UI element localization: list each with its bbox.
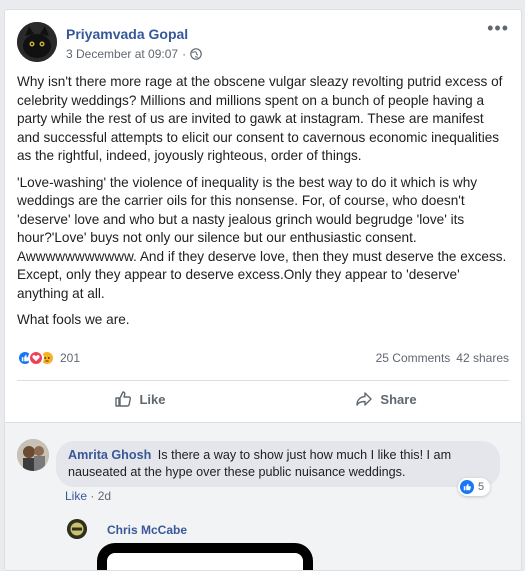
comment-actions-separator: · — [90, 489, 95, 503]
like-reaction-icon — [460, 480, 474, 494]
comment-age[interactable]: 2d — [98, 489, 111, 503]
reply-attached-image[interactable] — [97, 543, 313, 570]
commenter-avatar[interactable] — [17, 439, 49, 471]
comment-bubble: Amrita Ghosh Is there a way to show just… — [56, 441, 500, 487]
comment-like-link[interactable]: Like — [65, 489, 87, 503]
comments-section: Amrita Ghosh Is there a way to show just… — [5, 422, 521, 570]
badge-logo-image — [67, 519, 87, 539]
comment-author-name[interactable]: Amrita Ghosh — [68, 448, 151, 462]
reaction-count: 201 — [60, 351, 81, 365]
like-button-label: Like — [139, 391, 166, 407]
globe-icon[interactable] — [190, 48, 202, 60]
commenter-photo — [17, 439, 49, 471]
meta-separator: · — [182, 47, 187, 61]
reply-author-avatar[interactable] — [67, 519, 87, 539]
post-stats: 201 25 Comments 42 shares — [17, 348, 509, 368]
post-paragraph: 'Love-washing' the violence of inequalit… — [17, 174, 507, 301]
post-body: Why isn't there more rage at the obscene… — [17, 73, 509, 338]
post-card: Priyamvada Gopal 3 December at 09:07 · •… — [4, 9, 522, 571]
comment-reaction-count: 5 — [478, 481, 485, 493]
post-timestamp[interactable]: 3 December at 09:07 — [66, 47, 178, 61]
phone-screen — [107, 553, 303, 570]
post-paragraph: Why isn't there more rage at the obscene… — [17, 74, 503, 163]
post-author-name[interactable]: Priyamvada Gopal — [66, 26, 188, 42]
more-options-icon[interactable]: ••• — [487, 19, 509, 37]
post-meta: 3 December at 09:07 · — [66, 47, 202, 61]
post-paragraph: What fools we are. — [17, 312, 130, 327]
share-arrow-icon — [356, 392, 373, 406]
comment-reaction-badge[interactable]: 5 — [458, 478, 491, 496]
reaction-summary[interactable]: 201 — [17, 350, 80, 366]
cat-avatar-image — [17, 22, 57, 62]
love-reaction-icon — [28, 350, 44, 366]
reply-author-name[interactable]: Chris McCabe — [107, 523, 187, 537]
post-actions: Like Share — [17, 382, 509, 416]
divider — [17, 380, 509, 381]
thumbs-up-icon — [115, 391, 132, 407]
shares-count-link[interactable]: 42 shares — [456, 351, 509, 365]
share-button-label: Share — [380, 391, 417, 407]
share-button[interactable]: Share — [263, 382, 509, 416]
author-avatar[interactable] — [17, 22, 57, 62]
comment-actions: Like · 2d — [65, 489, 111, 503]
comments-count-link[interactable]: 25 Comments — [376, 351, 451, 365]
like-button[interactable]: Like — [17, 382, 263, 416]
